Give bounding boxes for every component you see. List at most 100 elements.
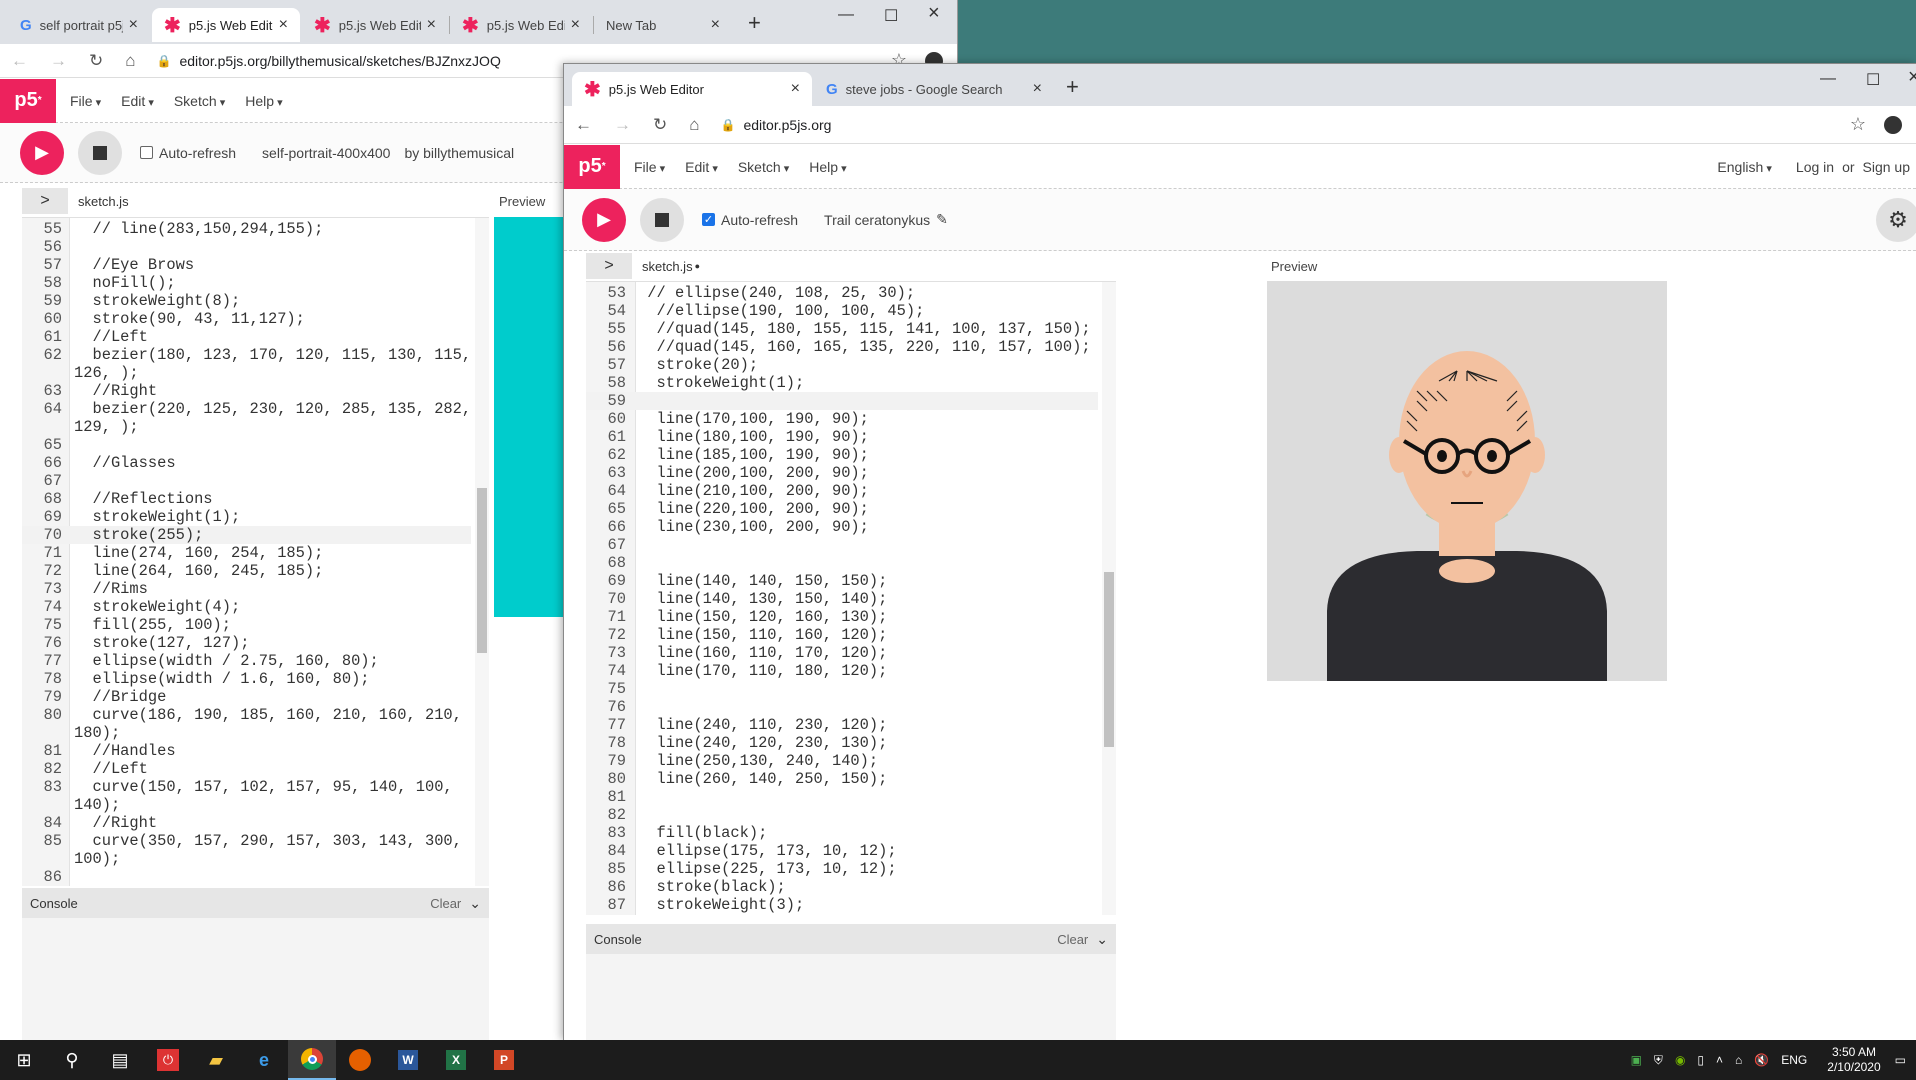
close-tab-icon[interactable]: × <box>571 16 580 34</box>
home-icon[interactable]: ⌂ <box>689 115 699 135</box>
tab-p5-editor-3[interactable]: ✱ p5.js Web Editor × <box>450 8 592 42</box>
menu-file[interactable]: File <box>634 159 665 175</box>
code-line[interactable]: 74 strokeWeight(4); <box>22 598 471 616</box>
tab-steve-jobs-search[interactable]: G steve jobs - Google Search × <box>814 72 1054 106</box>
code-line[interactable]: 63 line(200,100, 200, 90); <box>586 464 1098 482</box>
code-line[interactable]: 54 //ellipse(190, 100, 100, 45); <box>586 302 1098 320</box>
code-line[interactable]: 77 line(240, 110, 230, 120); <box>586 716 1098 734</box>
editor-scrollbar[interactable] <box>475 218 489 886</box>
console-clear-button[interactable]: Clear <box>1057 932 1088 947</box>
code-line[interactable]: 129, ); <box>22 418 471 436</box>
stop-button[interactable] <box>78 130 122 175</box>
code-line[interactable]: 60 stroke(90, 43, 11,127); <box>22 310 471 328</box>
word-icon[interactable]: W <box>384 1040 432 1080</box>
url-field[interactable]: 🔒 editor.p5js.org <box>721 111 1850 139</box>
close-tab-icon[interactable]: × <box>427 16 436 34</box>
code-line[interactable]: 70 line(140, 130, 150, 140); <box>586 590 1098 608</box>
code-line[interactable]: 80 line(260, 140, 250, 150); <box>586 770 1098 788</box>
close-tab-icon[interactable]: × <box>129 16 138 34</box>
chrome-icon[interactable] <box>288 1040 336 1080</box>
notifications-icon[interactable]: ▭ <box>1895 1053 1906 1067</box>
close-window-button[interactable]: × <box>1908 66 1916 89</box>
code-line[interactable]: 55 //quad(145, 180, 155, 115, 141, 100, … <box>586 320 1098 338</box>
new-tab-button[interactable]: + <box>1066 74 1079 100</box>
p5-logo[interactable]: p5 * <box>0 78 56 123</box>
menu-sketch[interactable]: Sketch <box>174 93 225 109</box>
code-editor[interactable]: 55 // line(283,150,294,155); 56 57 //Eye B… <box>22 217 489 886</box>
code-line[interactable]: 61 //Left <box>22 328 471 346</box>
minimize-button[interactable]: — <box>1820 70 1836 88</box>
chevron-down-icon[interactable]: ⌄ <box>1096 931 1108 948</box>
login-link[interactable]: Log in <box>1796 159 1834 175</box>
code-line[interactable]: 53 // ellipse(240, 108, 25, 30); <box>586 284 1098 302</box>
code-line[interactable]: 75 fill(255, 100); <box>22 616 471 634</box>
code-line[interactable]: 57 //Eye Brows <box>22 256 471 274</box>
close-tab-icon[interactable]: × <box>1033 80 1042 98</box>
code-line[interactable]: 66 line(230,100, 200, 90); <box>586 518 1098 536</box>
code-line[interactable]: 79 line(250,130, 240, 140); <box>586 752 1098 770</box>
code-line[interactable]: 78 ellipse(width / 1.6, 160, 80); <box>22 670 471 688</box>
file-explorer-icon[interactable]: ▰ <box>192 1040 240 1080</box>
language-indicator[interactable]: ENG <box>1781 1053 1807 1067</box>
close-window-button[interactable]: × <box>928 2 940 25</box>
code-line[interactable]: 84 ellipse(175, 173, 10, 12); <box>586 842 1098 860</box>
code-line[interactable]: 140); <box>22 796 471 814</box>
search-icon[interactable]: ⚲ <box>48 1040 96 1080</box>
excel-icon[interactable]: X <box>432 1040 480 1080</box>
maximize-button[interactable]: ☐ <box>1866 70 1880 90</box>
code-line[interactable]: 64 bezier(220, 125, 230, 120, 285, 135, … <box>22 400 472 418</box>
code-line[interactable]: 67 <box>22 472 471 490</box>
chevron-right-icon[interactable]: > <box>586 253 632 279</box>
scrollbar-thumb[interactable] <box>477 488 487 653</box>
code-line[interactable]: 76 <box>586 698 1098 716</box>
menu-help[interactable]: Help <box>809 159 846 175</box>
reload-icon[interactable]: ↻ <box>89 51 103 71</box>
code-line[interactable]: 77 ellipse(width / 2.75, 160, 80); <box>22 652 471 670</box>
code-line[interactable]: 100); <box>22 850 471 868</box>
code-line[interactable]: 88 line(182, 159, 160, 160); <box>586 914 1098 915</box>
code-line[interactable]: 75 <box>586 680 1098 698</box>
code-line[interactable]: 83 fill(black); <box>586 824 1098 842</box>
close-tab-icon[interactable]: × <box>711 16 720 34</box>
code-line[interactable]: 83 curve(150, 157, 102, 157, 95, 140, 10… <box>22 778 471 796</box>
pencil-icon[interactable]: ✎ <box>936 211 948 228</box>
code-line[interactable]: 62 bezier(180, 123, 170, 120, 115, 130, … <box>22 346 472 364</box>
back-icon[interactable]: ← <box>11 51 28 71</box>
network-icon[interactable]: ⌂ <box>1735 1053 1742 1067</box>
scrollbar-thumb[interactable] <box>1104 572 1114 747</box>
menu-help[interactable]: Help <box>245 93 282 109</box>
new-tab-button[interactable]: + <box>748 10 761 36</box>
code-line[interactable]: 61 line(180,100, 190, 90); <box>586 428 1098 446</box>
minimize-button[interactable]: — <box>838 6 854 24</box>
play-button[interactable]: ▶ <box>20 130 64 175</box>
stop-button[interactable] <box>640 197 684 242</box>
signup-link[interactable]: Sign up <box>1863 159 1910 175</box>
code-line[interactable]: 72 line(150, 110, 160, 120); <box>586 626 1098 644</box>
nvidia-icon[interactable]: ◉ <box>1675 1053 1685 1067</box>
edge-icon[interactable]: e <box>240 1040 288 1080</box>
code-line[interactable]: 74 line(170, 110, 180, 120); <box>586 662 1098 680</box>
autorefresh-checkbox[interactable] <box>140 146 153 159</box>
menu-edit[interactable]: Edit <box>685 159 718 175</box>
tab-self-portrait[interactable]: G self portrait p5js × <box>8 8 150 42</box>
code-line[interactable]: 82 <box>586 806 1098 824</box>
code-line[interactable]: 56 <box>22 238 471 256</box>
firefox-icon[interactable] <box>336 1040 384 1080</box>
tab-p5-editor-active[interactable]: ✱ p5.js Web Editor × <box>152 8 300 42</box>
code-line[interactable]: 59 strokeWeight(8); <box>22 292 471 310</box>
autorefresh-checkbox[interactable]: ✓ <box>702 213 715 226</box>
code-line[interactable]: 79 //Bridge <box>22 688 471 706</box>
code-line[interactable]: 58 strokeWeight(1); <box>586 374 1098 392</box>
code-line[interactable]: 68 //Reflections <box>22 490 471 508</box>
chevron-down-icon[interactable]: ⌄ <box>469 895 481 912</box>
back-icon[interactable]: ← <box>575 115 592 135</box>
profile-avatar-icon[interactable] <box>1884 115 1902 134</box>
code-line[interactable]: 73 line(160, 110, 170, 120); <box>586 644 1098 662</box>
maximize-button[interactable]: ☐ <box>884 6 898 26</box>
sketch-name[interactable]: Trail ceratonykus <box>824 212 930 228</box>
powerpoint-icon[interactable]: P <box>480 1040 528 1080</box>
code-line[interactable]: 66 //Glasses <box>22 454 471 472</box>
language-select[interactable]: English <box>1717 159 1772 175</box>
menu-edit[interactable]: Edit <box>121 93 154 109</box>
forward-icon[interactable]: → <box>50 51 67 71</box>
